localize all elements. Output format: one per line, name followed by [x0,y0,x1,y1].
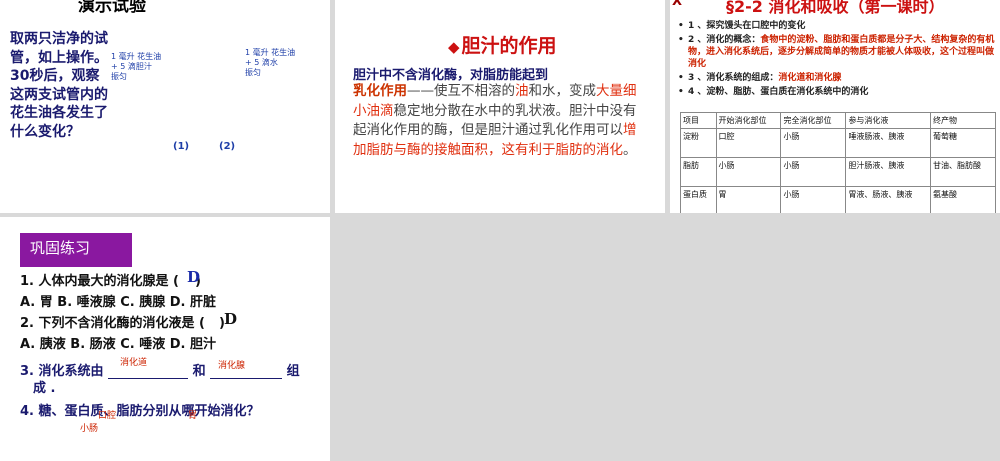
table-header: 开始消化部位 [715,112,782,129]
tube-2-line: 振匀 [245,68,261,77]
slide-heading: §2-2 消化和吸收（第一课时） [726,0,945,16]
question-1: 1. 人体内最大的消化腺是 () [20,270,201,289]
table-cell: 胃液、肠液、胰液 [845,186,931,213]
table-cell: 淀粉 [680,128,717,158]
tube-2-line: + 5 滴水 [245,58,278,67]
question-2-options: A. 胰液 B. 肠液 C. 唾液 D. 胆汁 [20,337,216,352]
handwritten-answer: 胃 [188,411,198,421]
list-item-text: 1 、探究馒头在口腔中的变化 [688,21,806,31]
question-text: 组 [286,364,300,379]
question-1-options: A. 胃 B. 唾液腺 C. 胰腺 D. 肝脏 [20,295,216,310]
summary-list: 1 、探究馒头在口腔中的变化 2 、消化的概念：食物中的淀粉、脂肪和蛋白质都是分… [678,20,996,100]
table-cell: 小肠 [780,157,847,187]
tube-1-label: 1 毫升 花生油 + 5 滴胆汁 振匀 [111,52,181,82]
table-row: 淀粉 口腔 小肠 唾液肠液、胰液 葡萄糖 [680,128,996,158]
practice-badge: 巩固练习 [20,233,132,267]
question-text: 2. 下列不含消化酶的消化液是 ( [20,316,205,331]
digestion-table: 项目 开始消化部位 完全消化部位 参与消化液 终产物 淀粉 口腔 小肠 唾液肠液… [680,112,996,213]
diamond-bullet-icon: ◆ [448,38,460,56]
slide-heading: ◆ 胆汁的作用 [448,31,557,58]
table-cell: 脂肪 [680,157,717,187]
handwritten-answer: 口腔 [98,411,117,421]
table-cell: 甘油、脂肪酸 [930,157,996,187]
list-item: 2 、消化的概念：食物中的淀粉、脂肪和蛋白质都是分子大、结构复杂的有机物，进入消… [678,34,996,70]
handwritten-answer: D [224,310,238,328]
question-3-continuation: 成 . [33,381,56,396]
handwritten-answer: D [187,268,201,286]
question-4: 4. 糖、蛋白质、脂肪分别从哪开始消化？ [20,404,260,419]
list-item-text: 2 、消化的概念： [688,35,761,45]
heading-text: 胆汁的作用 [461,35,557,57]
experiment-instructions: 取两只洁净的试管，如上操作。30秒后，观察这两支试管内的花生油各发生了什么变化？ [10,31,108,140]
table-header-row: 项目 开始消化部位 完全消化部位 参与消化液 终产物 [680,112,996,129]
table-cell: 蛋白质 [680,186,717,213]
table-header: 项目 [680,112,717,129]
slide-title: 演示试验 [78,0,146,16]
handwritten-answer: 消化腺 [218,361,246,371]
tube-1-line: 1 毫升 花生油 [111,52,162,61]
table-cell: 胃 [715,186,782,213]
tube-2-line: 1 毫升 花生油 [245,48,296,57]
handwritten-answer: 小肠 [80,424,99,434]
list-item: 1 、探究馒头在口腔中的变化 [678,20,996,32]
subheading: 胆汁中不含消化酶，对脂肪能起到 [353,68,549,83]
tube-1-line: 振匀 [111,72,127,81]
question-text: 1. 人体内最大的消化腺是 ( [20,274,179,289]
slide-practice: 巩固练习 1. 人体内最大的消化腺是 () D A. 胃 B. 唾液腺 C. 胰… [0,217,330,461]
key-term: 乳化作用 [353,83,407,99]
tube-1-line: + 5 滴胆汁 [111,62,152,71]
table-header: 参与消化液 [845,112,931,129]
question-2: 2. 下列不含消化酶的消化液是 () [20,312,225,331]
answer-blank [108,367,189,379]
emulsification-paragraph: 乳化作用——使互不相溶的油和水，变成大量细小油滴稳定地分散在水中的乳状液。胆汁中… [353,82,649,160]
slide-digestion-summary: X §2-2 消化和吸收（第一课时） 1 、探究馒头在口腔中的变化 2 、消化的… [670,0,1000,213]
table-row: 蛋白质 胃 小肠 胃液、肠液、胰液 氨基酸 [680,186,996,213]
table-cell: 口腔 [715,128,782,158]
corner-mark-icon: X [672,0,683,9]
table-cell: 小肠 [780,186,847,213]
paragraph-text: ——使互不相溶的 [407,83,515,99]
table-header: 终产物 [930,112,996,129]
paragraph-text: 。 [623,141,637,158]
table-cell: 胆汁肠液、胰液 [845,157,931,187]
handwritten-answer: 消化道 [120,358,148,368]
list-item: 4 、淀粉、脂肪、蛋白质在消化系统中的消化 [678,86,996,98]
list-item-highlight: 消化道和消化腺 [778,73,842,83]
table-cell: 小肠 [715,157,782,187]
table-cell: 葡萄糖 [930,128,996,158]
slide-experiment: 演示试验 取两只洁净的试管，如上操作。30秒后，观察这两支试管内的花生油各发生了… [0,0,330,213]
highlight-oil: 油 [515,83,529,99]
table-row: 脂肪 小肠 小肠 胆汁肠液、胰液 甘油、脂肪酸 [680,157,996,187]
paragraph-text: 稳定地分散在水中的乳状液。胆汁中没有起消化作用的酶，但是胆汁通过乳化作用可以 [353,102,637,139]
table-cell: 氨基酸 [930,186,996,213]
question-3: 3. 消化系统由 和 组 [20,360,300,379]
tube-2-number: (2) [219,141,236,152]
table-cell: 唾液肠液、胰液 [845,128,931,158]
question-text: 和 [192,364,206,379]
paragraph-text: 和水，变成 [528,83,597,99]
slide-bile-function: ◆ 胆汁的作用 胆汁中不含消化酶，对脂肪能起到 乳化作用——使互不相溶的油和水，变… [335,0,665,213]
list-item-text: 4 、淀粉、脂肪、蛋白质在消化系统中的消化 [688,87,869,97]
list-item-text: 3 、消化系统的组成： [688,73,779,83]
tube-2-label: 1 毫升 花生油 + 5 滴水 振匀 [245,48,315,78]
list-item: 3 、消化系统的组成：消化道和消化腺 [678,72,996,84]
table-cell: 小肠 [780,128,847,158]
tube-1-number: (1) [173,141,190,152]
table-header: 完全消化部位 [780,112,847,129]
